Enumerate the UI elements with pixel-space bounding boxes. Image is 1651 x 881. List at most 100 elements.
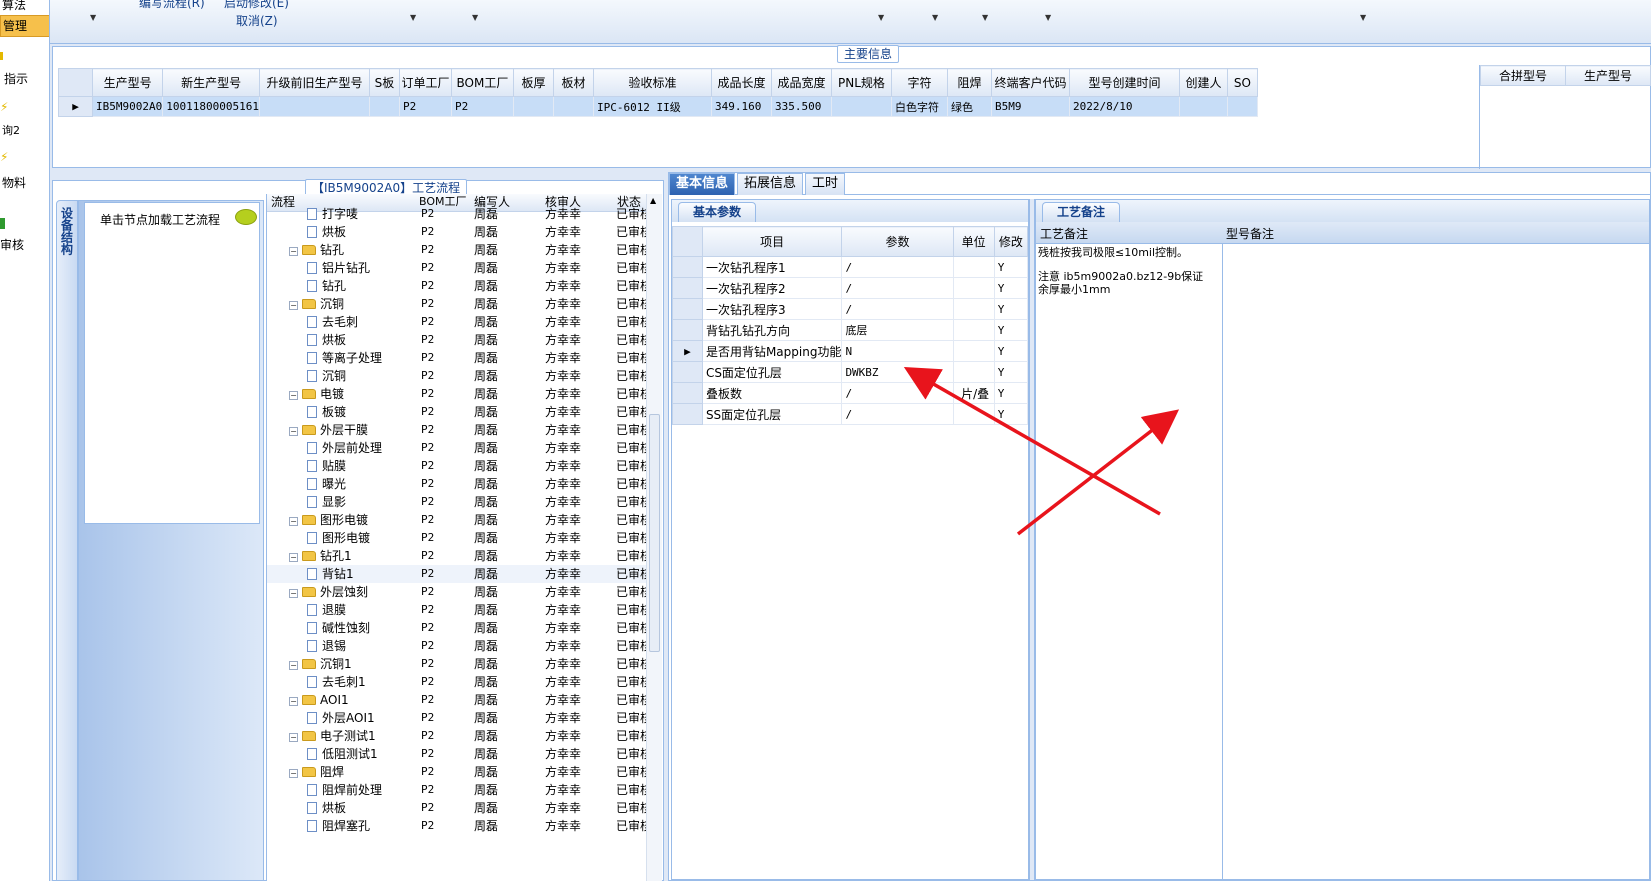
table-cell[interactable]: 绿色 — [946, 96, 992, 117]
tree-node[interactable]: 退锡 P2 周磊 方幸幸 已审核 — [267, 637, 647, 655]
param-row[interactable]: 一次钻孔程序1/ Y — [672, 256, 1029, 278]
param-cell[interactable]: 背钻孔钻孔方向 — [701, 319, 843, 341]
main-col-header[interactable]: 板材 — [552, 68, 594, 97]
table-cell[interactable] — [258, 96, 370, 117]
tree-node[interactable]: 曝光 P2 周磊 方幸幸 已审核 — [267, 475, 647, 493]
tab-extended-info[interactable]: 拓展信息 — [737, 173, 804, 195]
param-cell[interactable]: Y — [993, 298, 1029, 320]
dropdown-arrow-icon[interactable]: ▼ — [878, 13, 884, 22]
tree-node[interactable]: − 图形电镀 P2 周磊 方幸幸 已审核 — [267, 511, 647, 529]
main-col-header[interactable]: 字符 — [890, 68, 948, 97]
param-cell[interactable]: Y — [993, 340, 1029, 362]
param-cell[interactable]: Y — [993, 256, 1029, 278]
tree-node[interactable]: 图形电镀 P2 周磊 方幸幸 已审核 — [267, 529, 647, 547]
dropdown-arrow-icon[interactable]: ▼ — [472, 13, 478, 22]
table-cell[interactable]: IPC-6012 II级 — [592, 96, 712, 117]
tree-node[interactable]: 碱性蚀刻 P2 周磊 方幸幸 已审核 — [267, 619, 647, 637]
tree-node[interactable]: − 钻孔 P2 周磊 方幸幸 已审核 — [267, 241, 647, 259]
tree-node[interactable]: − 外层干膜 P2 周磊 方幸幸 已审核 — [267, 421, 647, 439]
collapse-icon[interactable]: − — [289, 517, 298, 526]
param-cell[interactable]: Y — [993, 403, 1029, 425]
main-col-header[interactable]: 阻焊 — [946, 68, 992, 97]
param-cell[interactable]: 一次钻孔程序1 — [701, 256, 843, 278]
table-cell[interactable]: 2022/8/10 — [1068, 96, 1180, 117]
tree-node[interactable]: 外层AOI1 P2 周磊 方幸幸 已审核 — [267, 709, 647, 727]
tree-node[interactable]: 去毛刺 P2 周磊 方幸幸 已审核 — [267, 313, 647, 331]
model-remark-area[interactable] — [1222, 244, 1649, 879]
param-cell[interactable] — [952, 319, 995, 341]
param-cell[interactable]: 一次钻孔程序3 — [701, 298, 843, 320]
tree-node[interactable]: − 钻孔1 P2 周磊 方幸幸 已审核 — [267, 547, 647, 565]
param-row[interactable]: 一次钻孔程序2/ Y — [672, 277, 1029, 299]
tree-node[interactable]: − 外层蚀刻 P2 周磊 方幸幸 已审核 — [267, 583, 647, 601]
collapse-icon[interactable]: − — [289, 391, 298, 400]
merge-model-header[interactable]: 合拼型号 — [1480, 65, 1566, 86]
dropdown-arrow-icon[interactable]: ▼ — [982, 13, 988, 22]
table-cell[interactable]: 白色字符 — [890, 96, 948, 117]
main-col-header[interactable]: S板 — [368, 68, 400, 97]
collapse-icon[interactable]: − — [289, 553, 298, 562]
tree-node[interactable]: 背钻1 P2 周磊 方幸幸 已审核 — [267, 565, 647, 583]
tree-node[interactable]: 外层前处理 P2 周磊 方幸幸 已审核 — [267, 439, 647, 457]
param-row[interactable]: CS面定位孔层 DWKBZ Y — [672, 361, 1029, 383]
write-flow-button[interactable]: 编写流程(R) — [139, 0, 205, 11]
dropdown-arrow-icon[interactable]: ▼ — [932, 13, 938, 22]
sidebar-item-query2[interactable]: ⚡ 询2 — [0, 100, 49, 140]
param-cell[interactable] — [952, 256, 995, 278]
tree-node[interactable]: 低阻测试1 P2 周磊 方幸幸 已审核 — [267, 745, 647, 763]
table-row[interactable]: ▶ IB5M9002A0 10011800005161 P2 P2 IPC-6012 II… — [58, 96, 1258, 117]
tree-node[interactable]: 去毛刺1 P2 周磊 方幸幸 已审核 — [267, 673, 647, 691]
process-remark-area[interactable]: 残桩按我司极限≤10mil控制。 注意 ib5m9002a0.bz12-9b保证… — [1036, 244, 1222, 879]
dropdown-arrow-icon[interactable]: ▼ — [410, 13, 416, 22]
param-cell[interactable]: / — [841, 298, 954, 320]
table-cell[interactable]: 349.160 — [710, 96, 772, 117]
sidebar-item-algorithm[interactable]: 算法 — [0, 0, 49, 12]
dropdown-arrow-icon[interactable]: ▼ — [1360, 13, 1366, 22]
collapse-icon[interactable]: − — [289, 697, 298, 706]
param-cell[interactable]: SS面定位孔层 — [701, 403, 843, 425]
table-cell[interactable] — [830, 96, 892, 117]
main-col-header[interactable]: 成品宽度 — [770, 68, 832, 97]
tree-node[interactable]: 打字唛 P2 周磊 方幸幸 已审核 — [267, 205, 647, 223]
tree-node[interactable]: − 电子测试1 P2 周磊 方幸幸 已审核 — [267, 727, 647, 745]
collapse-icon[interactable]: − — [289, 589, 298, 598]
sidebar-item-manage[interactable]: 管理 — [0, 15, 49, 37]
tree-node[interactable]: 铝片钻孔 P2 周磊 方幸幸 已审核 — [267, 259, 647, 277]
collapse-icon[interactable]: − — [289, 769, 298, 778]
main-col-header[interactable]: 验收标准 — [592, 68, 712, 97]
col-unit[interactable]: 单位 — [952, 226, 995, 257]
dropdown-arrow-icon[interactable]: ▼ — [1045, 13, 1051, 22]
main-col-header[interactable]: 升级前旧生产型号 — [258, 68, 370, 97]
param-row[interactable]: SS面定位孔层 / Y — [672, 403, 1029, 425]
param-cell[interactable]: CS面定位孔层 — [701, 361, 843, 383]
param-cell[interactable]: N — [841, 340, 954, 362]
param-cell[interactable]: / — [841, 382, 954, 404]
scroll-up-icon[interactable]: ▲ — [650, 196, 656, 205]
param-cell[interactable]: / — [841, 277, 954, 299]
collapse-icon[interactable]: − — [289, 733, 298, 742]
param-row[interactable]: 叠板数 / 片/叠 Y — [672, 382, 1029, 404]
main-col-header[interactable]: 板厚 — [512, 68, 554, 97]
sidebar-item-material[interactable]: ⚡ 物料 — [0, 150, 49, 192]
tree-node[interactable]: 等离子处理 P2 周磊 方幸幸 已审核 — [267, 349, 647, 367]
table-cell[interactable]: 335.500 — [770, 96, 832, 117]
param-row[interactable]: 一次钻孔程序3/ Y — [672, 298, 1029, 320]
production-model-header[interactable]: 生产型号 — [1565, 65, 1651, 86]
param-cell[interactable] — [952, 403, 995, 425]
collapse-icon[interactable]: − — [289, 247, 298, 256]
process-remark-subtab[interactable]: 工艺备注 — [1042, 202, 1121, 222]
main-col-header[interactable]: 成品长度 — [710, 68, 772, 97]
param-cell[interactable]: Y — [993, 382, 1029, 404]
table-cell[interactable]: IB5M9002A0 — [91, 96, 164, 117]
main-col-header[interactable]: PNL规格 — [830, 68, 892, 97]
tree-node[interactable]: − 沉铜1 P2 周磊 方幸幸 已审核 — [267, 655, 647, 673]
tab-work-hours[interactable]: 工时 — [805, 173, 846, 195]
table-cell[interactable] — [1226, 96, 1258, 117]
table-cell[interactable]: 10011800005161 — [162, 96, 260, 117]
param-cell[interactable]: Y — [993, 277, 1029, 299]
param-cell[interactable]: 叠板数 — [701, 382, 843, 404]
table-cell[interactable]: B5M9 — [990, 96, 1070, 117]
table-cell[interactable] — [1178, 96, 1228, 117]
equipment-structure-tab[interactable]: 设备结构 — [56, 200, 78, 881]
main-col-header[interactable]: SO — [1226, 68, 1258, 97]
